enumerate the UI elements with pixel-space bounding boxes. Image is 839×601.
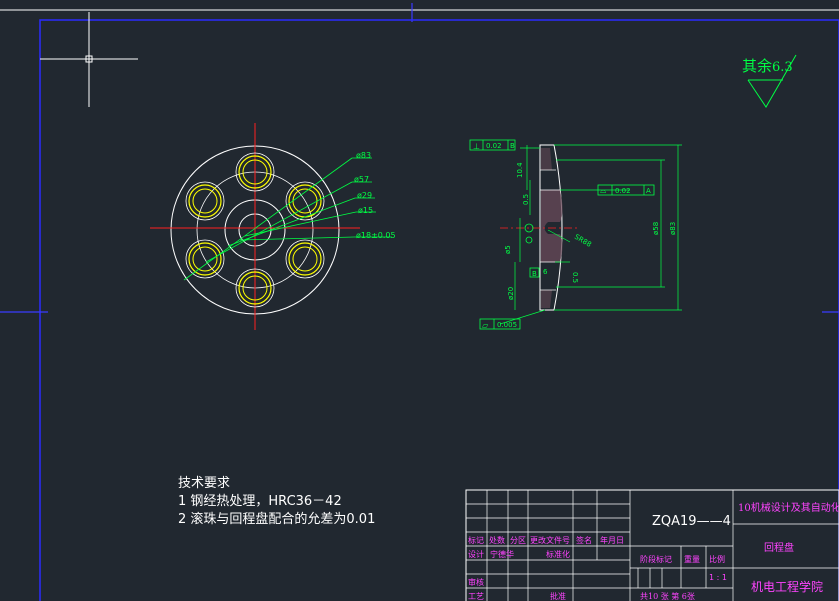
part-name: 回程盘 xyxy=(764,541,794,554)
dim-0-5-a: 0.5 xyxy=(522,194,530,205)
dim-5: ø5 xyxy=(504,245,512,254)
roughness-label: 其余 xyxy=(742,57,772,75)
svg-text:0.02: 0.02 xyxy=(486,142,502,150)
svg-text:年月日: 年月日 xyxy=(600,535,624,545)
flatness-tolerance-frame: ▱ 0.005 xyxy=(479,318,521,330)
svg-text:工艺: 工艺 xyxy=(468,592,484,601)
dim-10-4: 10.4 xyxy=(516,162,524,178)
tech-line-2: 2 滚珠与回程盘配合的允差为0.01 xyxy=(178,512,376,527)
svg-text:重量: 重量 xyxy=(684,554,700,564)
major-label: 10机械设计及其自动化 xyxy=(738,501,839,514)
svg-text:标记: 标记 xyxy=(468,535,484,545)
scale-value: 1 : 1 xyxy=(709,573,727,582)
svg-text:标准化: 标准化 xyxy=(546,549,570,559)
perp-symbol-icon: ⊥ xyxy=(473,142,480,151)
front-view[interactable]: ø83 ø57 ø29 ø15 ø18±0.05 xyxy=(150,123,396,330)
dim-58: ø58 xyxy=(652,222,660,235)
dim-18-tol: ø18±0.05 xyxy=(356,231,396,240)
dim-sr88: SR88 xyxy=(573,233,593,249)
svg-text:设计: 设计 xyxy=(468,549,484,559)
school-name: 机电工程学院 xyxy=(751,579,823,594)
svg-text:处数: 处数 xyxy=(489,535,505,545)
flatness-symbol-icon: ▱ xyxy=(482,321,489,330)
section-fill xyxy=(541,190,563,262)
svg-text:阶段标记: 阶段标记 xyxy=(640,554,672,564)
svg-text:审核: 审核 xyxy=(468,577,484,587)
drawing-number: ZQA19——4 xyxy=(652,514,731,529)
designer-name: 宁德华 xyxy=(490,549,514,559)
dim-57: ø57 xyxy=(354,175,369,184)
roughness-symbol: 其余 6.3 xyxy=(742,54,797,108)
svg-text:签名: 签名 xyxy=(576,535,592,545)
roughness-value: 6.3 xyxy=(772,60,793,75)
svg-text:A: A xyxy=(646,187,651,195)
svg-text:B: B xyxy=(532,270,537,278)
tech-title: 技术要求 xyxy=(178,476,231,491)
svg-text:B: B xyxy=(510,142,515,150)
svg-text:比例: 比例 xyxy=(709,554,725,564)
crosshair-cursor-icon xyxy=(40,12,138,107)
sheet-count: 共10 张 第 6张 xyxy=(640,591,695,601)
svg-text:0.005: 0.005 xyxy=(497,321,517,329)
dim-20: ø20 xyxy=(507,287,515,300)
profile-symbol-icon: ⌓ xyxy=(600,186,607,195)
technical-requirements: 技术要求 1 钢经热处理，HRC36－42 2 滚珠与回程盘配合的允差为0.01 xyxy=(178,475,375,529)
dim-83-side: ø83 xyxy=(669,222,677,235)
title-block[interactable]: ZQA19——4 10机械设计及其自动化 回程盘 机电工程学院 标记 处数 分区… xyxy=(465,489,839,601)
perp-tolerance-frame: ⊥ 0.02 B xyxy=(469,139,516,151)
svg-text:批准: 批准 xyxy=(550,591,566,601)
dim-0-5-b: 0.5 xyxy=(571,272,579,283)
tech-line-1: 1 钢经热处理，HRC36－42 xyxy=(178,494,342,509)
dim-15: ø15 xyxy=(358,206,373,215)
dim-29: ø29 xyxy=(357,191,372,200)
svg-text:更改文件号: 更改文件号 xyxy=(530,535,570,545)
side-view[interactable]: ⊥ 0.02 B ⌓ 0.02 A ▱ 0.005 B 10.4 0.5 ø5 xyxy=(469,139,682,330)
cad-drawing-canvas[interactable]: 其余 6.3 ø83 ø57 ø29 ø15 ø18±0.05 ⊥ 0.02 B… xyxy=(0,0,839,601)
datum-b: B xyxy=(529,267,540,278)
dim-83: ø83 xyxy=(356,151,371,160)
svg-text:0.02: 0.02 xyxy=(615,187,631,195)
svg-text:分区: 分区 xyxy=(510,536,526,545)
dim-6: 6 xyxy=(543,268,548,276)
